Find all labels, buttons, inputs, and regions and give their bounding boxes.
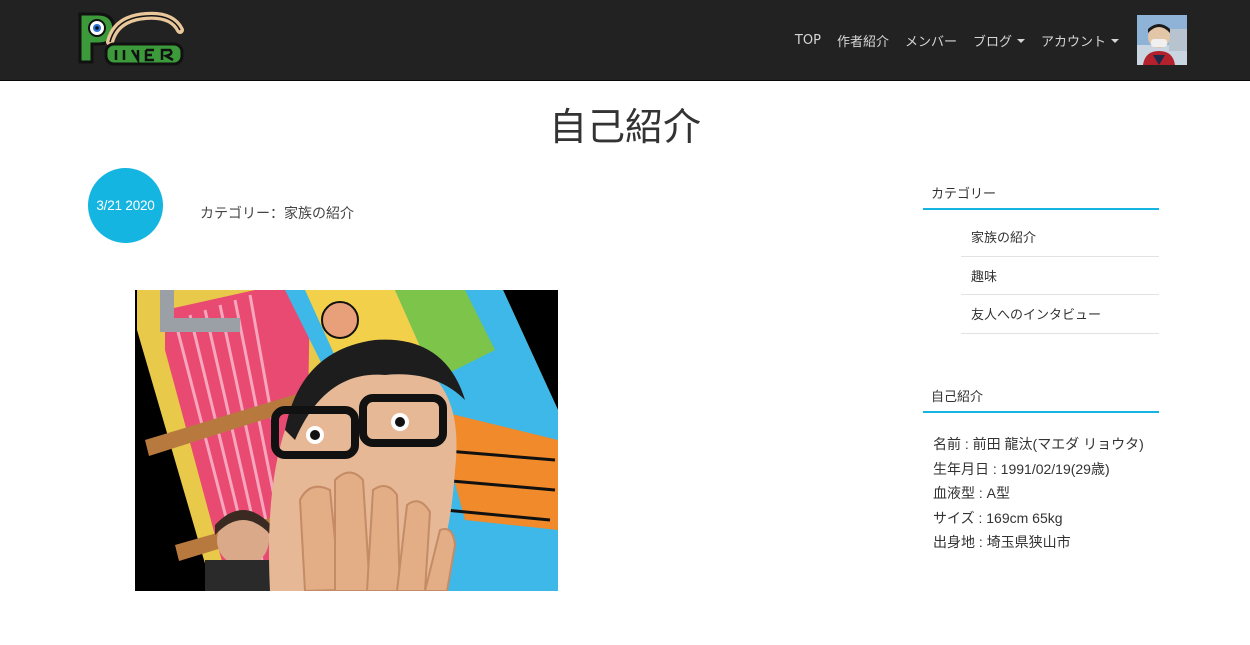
sidebar-profile: 名前 : 前田 龍汰(マエダ リョウタ) 生年月日 : 1991/02/19(2… — [933, 432, 1173, 555]
nav-account-label: アカウント — [1040, 34, 1106, 50]
post-date-badge: 3/21 2020 — [88, 168, 163, 243]
post-photo — [135, 290, 558, 591]
sidebar-category-item[interactable]: 家族の紹介 — [961, 218, 1159, 257]
nav-author-label: 作者紹介 — [836, 34, 889, 50]
sidebar-category-label: 趣味 — [971, 269, 998, 285]
nav-author[interactable]: 作者紹介 — [837, 31, 889, 50]
sidebar-category-title: カテゴリー — [923, 183, 1159, 210]
sidebar-category-label: 家族の紹介 — [971, 231, 1037, 247]
site-logo[interactable] — [76, 8, 188, 68]
profile-name: 名前 : 前田 龍汰(マエダ リョウタ) — [933, 436, 1144, 452]
caret-down-icon — [1016, 39, 1025, 43]
sidebar-category-label: 友人へのインタビュー — [971, 308, 1102, 324]
nav-account-dropdown[interactable]: アカウント — [1041, 31, 1119, 50]
nav-top[interactable]: TOP — [795, 33, 821, 48]
user-avatar[interactable] — [1137, 15, 1187, 65]
main-nav: TOP 作者紹介 メンバー ブログ アカウント — [795, 15, 1187, 65]
sidebar-category-item[interactable]: 友人へのインタビュー — [961, 295, 1159, 334]
profile-birthday: 生年月日 : 1991/02/19(29歳) — [933, 460, 1110, 477]
sidebar-profile-title: 自己紹介 — [923, 386, 1159, 413]
nav-members-label: メンバー — [904, 34, 957, 50]
profile-size: サイズ : 169cm 65kg — [933, 509, 1063, 526]
nav-top-label: TOP — [794, 32, 821, 48]
nav-blog-label: ブログ — [972, 34, 1012, 50]
post-category[interactable]: カテゴリー：家族の紹介 — [200, 203, 354, 223]
sidebar-category-list: 家族の紹介 趣味 友人へのインタビュー — [961, 218, 1159, 334]
sidebar-category-item[interactable]: 趣味 — [961, 257, 1159, 295]
profile-blood-type: 血液型 : A型 — [933, 485, 1011, 501]
nav-blog-dropdown[interactable]: ブログ — [973, 31, 1025, 50]
page-title: 自己紹介 — [548, 105, 701, 149]
nav-members[interactable]: メンバー — [905, 31, 957, 50]
top-navbar: TOP 作者紹介 メンバー ブログ アカウント — [0, 0, 1250, 81]
caret-down-icon — [1111, 39, 1119, 43]
profile-hometown: 出身地 : 埼玉県狭山市 — [933, 534, 1071, 550]
